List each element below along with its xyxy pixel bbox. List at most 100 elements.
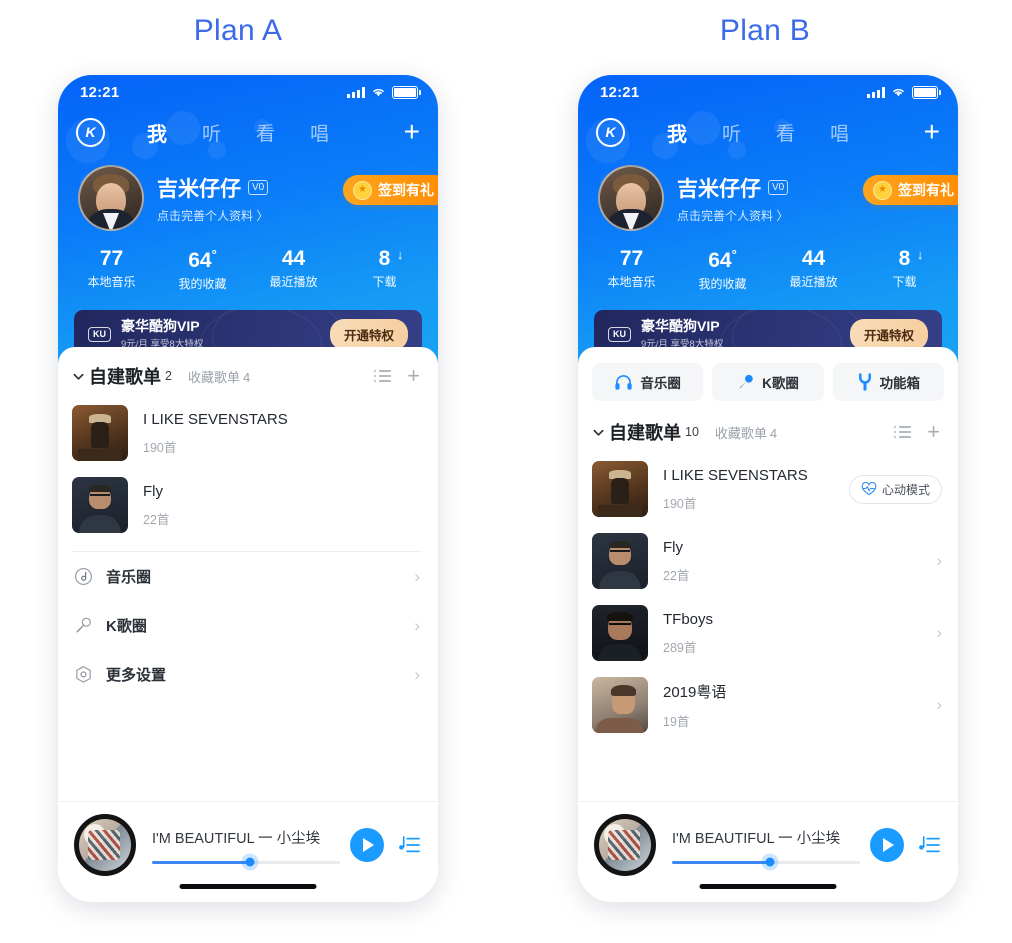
playlist-name: I LIKE SEVENSTARS xyxy=(663,466,808,484)
kugou-logo-icon[interactable]: K xyxy=(76,117,105,147)
stat-recent-played[interactable]: 44 最近播放 xyxy=(768,247,859,292)
stat-favorites[interactable]: 64° 我的收藏 xyxy=(157,247,248,292)
tab-listen[interactable]: 听 xyxy=(202,119,221,146)
heart-mode-button[interactable]: 心动模式 xyxy=(848,474,942,504)
playlist-section-header-a: 自建歌单 2 收藏歌单 4 + xyxy=(58,347,438,397)
menu-label: 更多设置 xyxy=(106,667,167,684)
playlist-cover xyxy=(592,605,648,661)
playlist-name: Fly xyxy=(143,482,163,500)
section-count-own: 2 xyxy=(165,369,172,383)
avatar[interactable] xyxy=(598,165,664,231)
kugou-logo-icon[interactable]: K xyxy=(596,117,625,147)
top-nav-b: K 我 听 看 唱 + xyxy=(578,109,958,155)
settings-icon xyxy=(76,666,91,683)
stat-local-music[interactable]: 77 本地音乐 xyxy=(66,247,157,292)
checkin-button[interactable]: ★ 签到有礼 xyxy=(343,175,438,205)
home-indicator xyxy=(179,884,317,889)
status-bar-b: 12:21 xyxy=(578,75,958,109)
playlist-queue-icon[interactable] xyxy=(918,835,940,855)
battery-icon xyxy=(912,85,941,99)
profile-block-b: 吉米仔仔 V0 点击完善个人资料 〉 ★ 签到有礼 xyxy=(578,155,958,231)
menu-item-music-circle[interactable]: 音乐圈 › xyxy=(58,552,438,601)
stat-downloads[interactable]: 8 ↓ 下载 xyxy=(339,247,430,292)
progress-slider[interactable] xyxy=(152,857,340,867)
now-playing-cover[interactable] xyxy=(594,814,656,876)
progress-slider[interactable] xyxy=(672,857,860,867)
create-playlist-icon[interactable]: + xyxy=(927,421,940,443)
add-button[interactable]: + xyxy=(404,118,420,146)
tab-watch[interactable]: 看 xyxy=(776,119,795,146)
checkin-button[interactable]: ★ 签到有礼 xyxy=(863,175,958,205)
checkin-label: 签到有礼 xyxy=(378,182,434,198)
stat-favorites[interactable]: 64° 我的收藏 xyxy=(677,247,768,292)
battery-icon xyxy=(392,85,421,99)
app-header-b: 12:21 K 我 听 看 唱 + 吉米仔仔 V0 点击完善个人资料 〉 ★ 签… xyxy=(578,75,958,365)
list-view-icon[interactable] xyxy=(893,425,912,439)
status-time: 12:21 xyxy=(600,83,640,101)
playlist-name: Fly xyxy=(663,538,683,556)
chevron-right-icon: › xyxy=(414,566,420,586)
chip-label: K歌圈 xyxy=(762,376,799,391)
chevron-down-icon[interactable] xyxy=(592,426,605,439)
progress-knob[interactable] xyxy=(765,857,775,867)
top-nav-a: K 我 听 看 唱 + xyxy=(58,109,438,155)
playlist-row[interactable]: Fly 22首 › xyxy=(578,525,958,597)
chevron-right-icon: › xyxy=(414,664,420,684)
star-icon: ★ xyxy=(353,180,372,200)
stat-downloads[interactable]: 8 ↓ 下载 xyxy=(859,247,950,292)
chip-toolbox[interactable]: 功能箱 xyxy=(832,363,944,401)
status-time: 12:21 xyxy=(80,83,120,101)
playlist-row[interactable]: I LIKE SEVENSTARS 190首 心动模式 xyxy=(578,453,958,525)
section-tab-collected[interactable]: 收藏歌单 4 xyxy=(715,423,777,442)
tab-listen[interactable]: 听 xyxy=(722,119,741,146)
playlist-row[interactable]: Fly 22首 xyxy=(58,469,438,541)
play-button[interactable] xyxy=(350,828,384,862)
section-title-own-playlists: 自建歌单 xyxy=(89,367,161,387)
add-button[interactable]: + xyxy=(924,118,940,146)
playlist-row[interactable]: I LIKE SEVENSTARS 190首 xyxy=(58,397,438,469)
play-button[interactable] xyxy=(870,828,904,862)
chevron-right-icon: › xyxy=(936,623,942,642)
download-arrow-icon: ↓ xyxy=(396,247,404,262)
tab-me[interactable]: 我 xyxy=(667,118,687,147)
tab-sing[interactable]: 唱 xyxy=(310,119,329,146)
download-arrow-icon: ↓ xyxy=(916,247,924,262)
wifi-icon xyxy=(373,88,384,97)
section-title-own-playlists: 自建歌单 xyxy=(609,423,681,443)
chip-music-circle[interactable]: 音乐圈 xyxy=(592,363,704,401)
progress-knob[interactable] xyxy=(245,857,255,867)
plan-a-title: Plan A xyxy=(193,14,283,47)
stats-row-a: 77 本地音乐 64° 我的收藏 44 最近播放 8 ↓ 下载 xyxy=(58,247,438,292)
menu-item-karaoke-circle[interactable]: K歌圈 › xyxy=(58,601,438,650)
stat-recent-played[interactable]: 44 最近播放 xyxy=(248,247,339,292)
chip-karaoke-circle[interactable]: K歌圈 xyxy=(712,363,824,401)
section-tab-collected[interactable]: 收藏歌单 4 xyxy=(188,367,250,386)
star-icon: ★ xyxy=(873,180,892,200)
tab-watch[interactable]: 看 xyxy=(256,119,275,146)
mini-player-a: I'M BEAUTIFUL 一 小尘埃 xyxy=(58,801,438,902)
chevron-down-icon[interactable] xyxy=(72,370,85,383)
menu-label: 音乐圈 xyxy=(106,569,152,586)
list-view-icon[interactable] xyxy=(373,369,392,383)
cellular-signal-icon xyxy=(867,86,885,98)
microphone-icon xyxy=(739,374,753,389)
chevron-right-icon: › xyxy=(936,695,942,714)
playlist-count: 190首 xyxy=(663,496,697,511)
playlist-row[interactable]: TFboys 289首 › xyxy=(578,597,958,669)
tab-me[interactable]: 我 xyxy=(147,118,167,147)
playlist-queue-icon[interactable] xyxy=(398,835,420,855)
avatar[interactable] xyxy=(78,165,144,231)
create-playlist-icon[interactable]: + xyxy=(407,365,420,387)
tab-sing[interactable]: 唱 xyxy=(830,119,849,146)
home-indicator xyxy=(699,884,837,889)
now-playing-cover[interactable] xyxy=(74,814,136,876)
complete-profile-link[interactable]: 点击完善个人资料 〉 xyxy=(157,207,268,224)
wifi-icon xyxy=(893,88,904,97)
stat-local-music[interactable]: 77 本地音乐 xyxy=(586,247,677,292)
mini-player-b: I'M BEAUTIFUL 一 小尘埃 xyxy=(578,801,958,902)
complete-profile-link[interactable]: 点击完善个人资料 〉 xyxy=(677,207,788,224)
playlist-row[interactable]: 2019粤语 19首 › xyxy=(578,669,958,741)
menu-item-more-settings[interactable]: 更多设置 › xyxy=(58,650,438,699)
chip-label: 音乐圈 xyxy=(640,376,681,391)
plan-b-title: Plan B xyxy=(719,14,811,47)
